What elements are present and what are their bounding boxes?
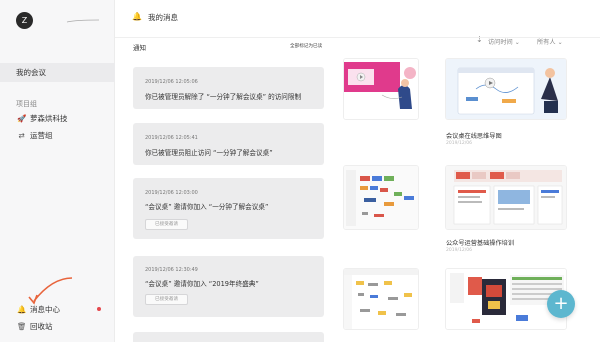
doc-thumbnail[interactable]	[343, 58, 419, 120]
sidebar: Z 我的会议 项目组 🚀 萝森烘科技 ⇄ 运营组 🔔 消息中心 🗑 回收站	[0, 0, 115, 342]
notification-time: 2019/12/06 12:03:00	[145, 190, 198, 196]
notification-card[interactable]: 2019/12/06 12:30:49 “会议桌” 邀请你加入 “2019年终盛…	[133, 256, 324, 317]
unread-dot	[97, 307, 101, 311]
notification-message: “会议桌” 邀请你加入 “一分钟了解会议桌”	[145, 203, 269, 211]
doc-thumbnail[interactable]	[343, 165, 419, 230]
notifications-heading: 通知	[133, 44, 146, 52]
notification-time: 2019/12/06 12:05:06	[145, 79, 198, 85]
notification-message: “会议桌” 邀请你加入 “2019年终盛典”	[145, 280, 259, 288]
notification-message: 你已被管理员阻止访问 “一分钟了解会议桌”	[145, 149, 273, 157]
notification-card[interactable]: 2019/12/06 12:05:41 你已被管理员阻止访问 “一分钟了解会议桌…	[133, 123, 324, 165]
project-group-label: 项目组	[16, 100, 37, 108]
doc-thumbnail[interactable]	[343, 268, 419, 330]
sidebar-item-label: 我的会议	[16, 68, 46, 77]
notification-card[interactable]	[133, 332, 324, 342]
sort-icon[interactable]: ⇣	[476, 35, 483, 44]
add-button[interactable]: +	[547, 290, 575, 318]
chevron-down-icon: ⌄	[557, 39, 563, 46]
accepted-invite-button[interactable]: 已接受邀请	[145, 219, 188, 230]
doc-thumbnail[interactable]	[445, 165, 567, 230]
time-filter-label: 访问时间	[488, 39, 513, 46]
doc-date: 2019/12/06	[446, 141, 472, 146]
sidebar-item-group-2[interactable]: ⇄ 运营组	[0, 126, 115, 145]
notification-card[interactable]: 2019/12/06 12:05:06 你已被管理员解除了 “一分钟了解会议桌”…	[133, 67, 324, 109]
avatar[interactable]: Z	[16, 12, 33, 29]
sidebar-item-label: 运营组	[30, 131, 53, 140]
doc-caption: 会议桌在线思维导图	[446, 133, 502, 140]
time-filter[interactable]: 访问时间 ⌄	[488, 37, 520, 46]
owner-filter[interactable]: 所有人 ⌄	[537, 37, 563, 46]
sidebar-item-recycle-bin[interactable]: 🗑 回收站	[0, 317, 115, 336]
sidebar-item-my-meetings[interactable]: 我的会议	[0, 63, 115, 82]
notification-time: 2019/12/06 12:30:49	[145, 267, 198, 273]
username-scribble	[66, 19, 100, 23]
notification-card[interactable]: 2019/12/06 12:03:00 “会议桌” 邀请你加入 “一分钟了解会议…	[133, 178, 324, 239]
page-title: 我的消息	[148, 13, 178, 22]
accepted-invite-button[interactable]: 已接受邀请	[145, 294, 188, 305]
doc-caption: 公众号运营基础操作培训	[446, 240, 515, 247]
swap-icon: ⇄	[18, 131, 25, 140]
topbar: 🔔 我的消息	[115, 0, 600, 38]
notification-time: 2019/12/06 12:05:41	[145, 135, 198, 141]
mark-all-read-link[interactable]: 全部标记为已读	[290, 43, 322, 49]
chevron-down-icon: ⌄	[514, 39, 520, 46]
doc-thumbnail[interactable]	[445, 58, 567, 120]
notification-message: 你已被管理员解除了 “一分钟了解会议桌” 的访问限制	[145, 93, 302, 101]
owner-filter-label: 所有人	[537, 39, 556, 46]
sidebar-item-label: 回收站	[30, 322, 53, 331]
doc-date: 2019/12/06	[446, 248, 472, 253]
bell-icon: 🔔	[132, 12, 142, 21]
trash-icon: 🗑	[17, 322, 27, 331]
